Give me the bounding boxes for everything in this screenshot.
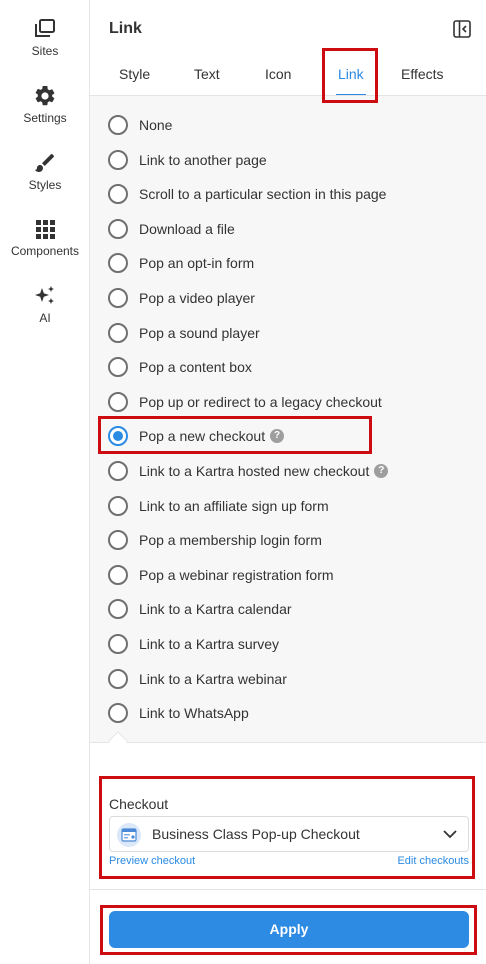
tab-bar: Style Text Icon Link Effects <box>90 56 486 96</box>
panel-title: Link <box>109 20 142 37</box>
option-label: Link to a Kartra survey <box>139 636 280 652</box>
chevron-down-icon <box>443 830 457 839</box>
option-label: Pop a new checkout <box>139 428 266 444</box>
tab-link[interactable]: Link <box>338 66 364 82</box>
option-pop-content-box[interactable]: Pop a content box <box>108 355 252 379</box>
option-label: Pop a video player <box>139 290 255 306</box>
option-label: Link to WhatsApp <box>139 705 249 721</box>
grid-icon <box>36 220 55 239</box>
option-pop-optin-form[interactable]: Pop an opt-in form <box>108 251 254 275</box>
sidebar-item-label: Sites <box>31 44 59 58</box>
option-kartra-hosted-checkout[interactable]: Link to a Kartra hosted new checkout ? <box>108 459 389 483</box>
tab-icon[interactable]: Icon <box>265 66 291 82</box>
option-scroll-to-section[interactable]: Scroll to a particular section in this p… <box>108 182 386 206</box>
apply-button[interactable]: Apply <box>109 911 469 948</box>
radio-button[interactable] <box>108 703 128 723</box>
option-pop-video-player[interactable]: Pop a video player <box>108 286 255 310</box>
checkout-label: Checkout <box>109 796 169 812</box>
sidebar-item-label: Styles <box>28 178 62 192</box>
option-label: Pop a membership login form <box>139 532 322 548</box>
left-sidebar: Sites Settings Styles Components AI <box>0 0 90 964</box>
option-label: Link to an affiliate sign up form <box>139 498 329 514</box>
option-label: Pop a sound player <box>139 325 260 341</box>
sidebar-item-sites[interactable]: Sites <box>0 17 90 58</box>
option-kartra-webinar[interactable]: Link to a Kartra webinar <box>108 667 287 691</box>
gear-icon <box>35 85 55 106</box>
link-settings-panel: Link Style Text Icon Link Effects None L… <box>90 0 486 964</box>
option-label: Pop up or redirect to a legacy checkout <box>139 394 382 410</box>
app: Sites Settings Styles Components AI Link… <box>0 0 486 964</box>
option-legacy-checkout[interactable]: Pop up or redirect to a legacy checkout <box>108 390 382 414</box>
radio-button[interactable] <box>108 392 128 412</box>
option-label: Download a file <box>139 221 235 237</box>
radio-button[interactable] <box>108 357 128 377</box>
radio-button[interactable] <box>108 219 128 239</box>
sidebar-item-settings[interactable]: Settings <box>0 84 90 125</box>
help-icon[interactable]: ? <box>374 464 389 478</box>
radio-button[interactable] <box>108 669 128 689</box>
radio-button[interactable] <box>108 323 128 343</box>
option-label: Link to a Kartra calendar <box>139 601 292 617</box>
sidebar-item-label: AI <box>39 311 51 325</box>
option-pop-sound-player[interactable]: Pop a sound player <box>108 321 260 345</box>
sites-icon <box>35 19 55 37</box>
tab-effects[interactable]: Effects <box>401 66 444 82</box>
radio-button[interactable] <box>108 150 128 170</box>
option-membership-login[interactable]: Pop a membership login form <box>108 528 322 552</box>
radio-button[interactable] <box>108 253 128 273</box>
radio-button[interactable] <box>108 634 128 654</box>
option-label: Pop an opt-in form <box>139 255 255 271</box>
option-label: Pop a content box <box>139 359 252 375</box>
panel-footer: Apply <box>90 889 486 964</box>
option-label: Link to a Kartra webinar <box>139 671 287 687</box>
radio-button[interactable] <box>108 530 128 550</box>
brush-icon <box>35 154 54 172</box>
radio-button-checked[interactable] <box>108 426 128 446</box>
sidebar-item-ai[interactable]: AI <box>0 284 90 325</box>
help-icon[interactable]: ? <box>270 429 285 443</box>
option-label: Link to a Kartra hosted new checkout <box>139 463 370 479</box>
link-type-options: None Link to another page Scroll to a pa… <box>90 95 486 743</box>
sidebar-item-label: Settings <box>23 111 67 125</box>
collapse-panel-icon[interactable] <box>453 20 471 38</box>
checkout-section: Checkout Business Class Pop-up Checkout … <box>90 744 486 889</box>
option-label: None <box>139 117 173 133</box>
option-kartra-calendar[interactable]: Link to a Kartra calendar <box>108 597 292 621</box>
sidebar-item-components[interactable]: Components <box>0 217 90 258</box>
option-webinar-registration[interactable]: Pop a webinar registration form <box>108 563 334 587</box>
radio-button[interactable] <box>108 565 128 585</box>
option-link-another-page[interactable]: Link to another page <box>108 148 267 172</box>
sidebar-item-label: Components <box>10 244 80 258</box>
radio-button[interactable] <box>108 184 128 204</box>
option-label: Pop a webinar registration form <box>139 567 334 583</box>
option-whatsapp[interactable]: Link to WhatsApp <box>108 701 249 725</box>
radio-button[interactable] <box>108 288 128 308</box>
radio-button[interactable] <box>108 115 128 135</box>
checkout-select[interactable]: Business Class Pop-up Checkout <box>109 816 469 852</box>
edit-checkouts-link[interactable]: Edit checkouts <box>397 855 469 867</box>
option-label: Scroll to a particular section in this p… <box>139 186 387 202</box>
checkout-icon <box>117 823 141 847</box>
radio-button[interactable] <box>108 599 128 619</box>
option-label: Link to another page <box>139 152 267 168</box>
radio-button[interactable] <box>108 496 128 516</box>
sparkle-icon <box>35 286 54 304</box>
option-pop-new-checkout[interactable]: Pop a new checkout ? <box>108 424 285 448</box>
option-kartra-survey[interactable]: Link to a Kartra survey <box>108 632 279 656</box>
radio-button[interactable] <box>108 461 128 481</box>
tab-text[interactable]: Text <box>194 66 220 82</box>
preview-checkout-link[interactable]: Preview checkout <box>109 855 195 867</box>
option-none[interactable]: None <box>108 113 172 137</box>
checkout-select-value: Business Class Pop-up Checkout <box>152 826 360 842</box>
option-download-file[interactable]: Download a file <box>108 217 235 241</box>
tab-style[interactable]: Style <box>119 66 150 82</box>
sidebar-item-styles[interactable]: Styles <box>0 151 90 192</box>
option-affiliate-signup[interactable]: Link to an affiliate sign up form <box>108 494 329 518</box>
